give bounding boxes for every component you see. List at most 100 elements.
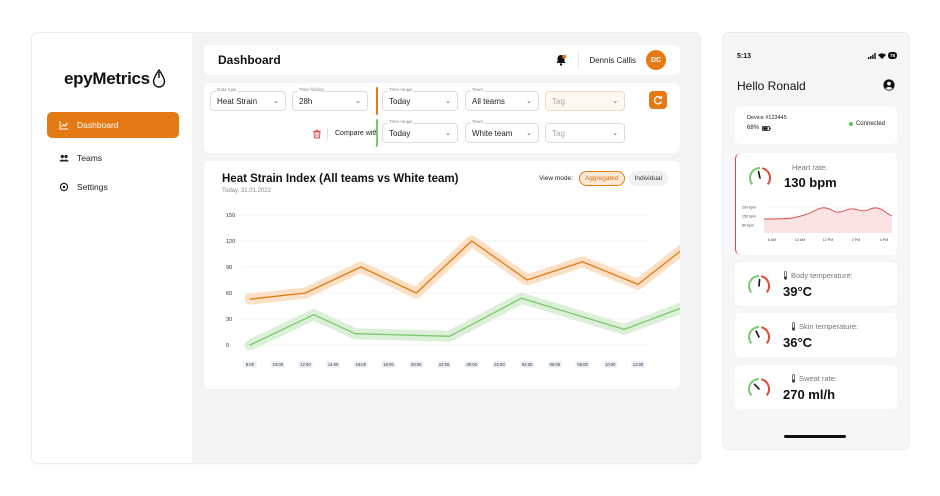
thermometer-icon bbox=[783, 271, 788, 280]
divider bbox=[327, 128, 328, 140]
compare-label: Compare with bbox=[335, 130, 379, 137]
connection-status-label: Connected bbox=[855, 121, 885, 127]
device-title: Device #123445 bbox=[747, 115, 787, 121]
chevron-down-icon: ⌄ bbox=[612, 98, 618, 105]
x-tick-label: 16:00 bbox=[356, 362, 367, 367]
x-tick-label: 02:00 bbox=[494, 362, 505, 367]
team-select-1[interactable]: Team All teams ⌄ bbox=[465, 87, 539, 111]
avatar[interactable]: DC bbox=[646, 50, 666, 70]
phone-app: 5:13 78 Hello Ronald Device #123445 68% … bbox=[723, 33, 909, 449]
data-point bbox=[471, 240, 473, 242]
time-folding-select[interactable]: Time folding 28h ⌄ bbox=[292, 87, 368, 111]
x-tick-label: 20:00 bbox=[411, 362, 422, 367]
refresh-button[interactable] bbox=[649, 91, 667, 109]
x-tick-label: 06:00 bbox=[550, 362, 561, 367]
device-battery: 68% bbox=[747, 125, 771, 131]
heart-rate-gauge-icon bbox=[749, 167, 771, 186]
sidebar-item-dashboard[interactable]: Dashboard bbox=[47, 112, 179, 138]
group-indicator-orange bbox=[376, 87, 378, 115]
user-name[interactable]: Dennis Callis bbox=[589, 56, 636, 65]
greeting: Hello Ronald bbox=[737, 79, 806, 93]
y-tick-label: 90 bbox=[226, 265, 232, 271]
sweat-rate-card[interactable]: Sweat rate: 270 ml/h bbox=[735, 365, 897, 409]
skin-temperature-gauge-icon bbox=[748, 326, 770, 345]
tag-select-1[interactable]: Tag ⌄ bbox=[545, 91, 625, 111]
body-temperature-card[interactable]: Body temperature: 39°C bbox=[735, 262, 897, 306]
body-temperature-label-wrap: Body temperature: bbox=[783, 271, 853, 280]
desktop-app: epyMetrics Dashboard Teams Settings Dash… bbox=[32, 33, 700, 463]
data-point bbox=[448, 335, 451, 337]
x-tick-label: 18:00 bbox=[383, 362, 394, 367]
sidebar-item-teams[interactable]: Teams bbox=[47, 145, 179, 171]
x-tick-label: 14:00 bbox=[328, 362, 339, 367]
skin-temperature-value: 36°C bbox=[783, 335, 813, 350]
sidebar-item-label: Dashboard bbox=[77, 120, 119, 130]
heat-strain-chart: 0 30 60 90 120 150 8:00 10:00 12:00 14:00 16:00 18:… bbox=[226, 213, 680, 368]
body-temperature-value: 39°C bbox=[783, 284, 813, 299]
data-point bbox=[360, 266, 362, 268]
y-tick-label: 150 bbox=[226, 213, 235, 219]
body-temperature-gauge-icon bbox=[748, 275, 770, 294]
spark-x-label: 10 AM bbox=[795, 238, 805, 242]
chevron-down-icon: ⌄ bbox=[445, 130, 451, 137]
heart-rate-card[interactable]: Heart rate: 130 bpm 200 bpm 150 bpm 80 bpm… bbox=[735, 153, 897, 255]
field-value: White team bbox=[472, 128, 513, 138]
heart-rate-value: 130 bpm bbox=[784, 175, 837, 190]
device-card[interactable]: Device #123445 68% Connected bbox=[735, 106, 897, 144]
gauge-arc-red bbox=[760, 326, 770, 345]
gauge-arc-red bbox=[761, 167, 771, 186]
tag-select-2[interactable]: Tag ⌄ bbox=[545, 123, 625, 143]
x-tick-label: 12:00 bbox=[300, 362, 311, 367]
skin-temperature-card[interactable]: Skin temperature: 36°C bbox=[735, 313, 897, 357]
chevron-down-icon: ⌄ bbox=[273, 98, 279, 105]
chevron-down-icon: ⌄ bbox=[612, 130, 618, 137]
y-tick-label: 60 bbox=[226, 291, 232, 297]
data-point bbox=[249, 298, 251, 300]
thermometer-icon bbox=[791, 322, 796, 331]
team-select-2[interactable]: Team White team ⌄ bbox=[465, 119, 539, 143]
spark-y-label: 200 bpm bbox=[742, 206, 756, 210]
device-battery-value: 68% bbox=[747, 125, 760, 131]
field-label: Time range bbox=[388, 119, 414, 124]
field-label: Data type bbox=[216, 87, 238, 92]
series-band-1 bbox=[244, 292, 680, 351]
data-point bbox=[249, 344, 251, 346]
field-label: Time folding bbox=[298, 87, 325, 92]
heart-rate-sparkline: 200 bpm 150 bpm 80 bpm 8 AM 10 AM 12 PM 2 PM 4 … bbox=[742, 206, 893, 242]
home-indicator[interactable] bbox=[784, 435, 846, 438]
spark-y-label: 80 bpm bbox=[742, 224, 754, 228]
user-icon[interactable] bbox=[883, 79, 895, 91]
data-point bbox=[623, 328, 625, 330]
battery-icon: 78 bbox=[887, 52, 897, 59]
time-range-select-2[interactable]: Time range Today ⌄ bbox=[382, 119, 458, 143]
sidebar-item-label: Settings bbox=[77, 182, 108, 192]
group-indicator-green bbox=[376, 119, 378, 147]
field-value: Heat Strain bbox=[217, 96, 258, 106]
wifi-icon bbox=[877, 52, 886, 59]
gauge-needle bbox=[758, 278, 761, 287]
spark-x-label: 12 PM bbox=[823, 238, 833, 242]
chevron-down-icon: ⌄ bbox=[355, 98, 361, 105]
sweat-rate-gauge-icon bbox=[748, 378, 770, 397]
data-point bbox=[304, 292, 307, 294]
y-tick-label: 0 bbox=[226, 343, 229, 349]
status-time: 5:13 bbox=[737, 53, 752, 60]
data-point bbox=[354, 333, 356, 335]
x-tick-label: 10:00 bbox=[605, 362, 616, 367]
data-type-select[interactable]: Data type Heat Strain ⌄ bbox=[210, 87, 286, 111]
gauge-arc-green bbox=[749, 167, 761, 186]
main-content: Dashboard Dennis Callis DC Data type Hea… bbox=[192, 33, 700, 463]
time-range-select-1[interactable]: Time range Today ⌄ bbox=[382, 87, 458, 111]
skin-temperature-label: Skin temperature: bbox=[799, 322, 859, 331]
spark-x-label: 4 PM bbox=[880, 238, 888, 242]
trash-icon[interactable] bbox=[312, 129, 322, 139]
chevron-down-icon: ⌄ bbox=[445, 98, 451, 105]
bell-icon[interactable] bbox=[554, 53, 568, 67]
x-tick-label: 8:00 bbox=[246, 362, 255, 367]
status-dot-icon bbox=[848, 122, 853, 126]
gauge-arc-red bbox=[760, 378, 770, 397]
gauge-needle bbox=[755, 330, 760, 338]
status-icons: 78 bbox=[867, 52, 897, 59]
page-title: Dashboard bbox=[218, 53, 281, 67]
sidebar-item-settings[interactable]: Settings bbox=[47, 174, 179, 200]
